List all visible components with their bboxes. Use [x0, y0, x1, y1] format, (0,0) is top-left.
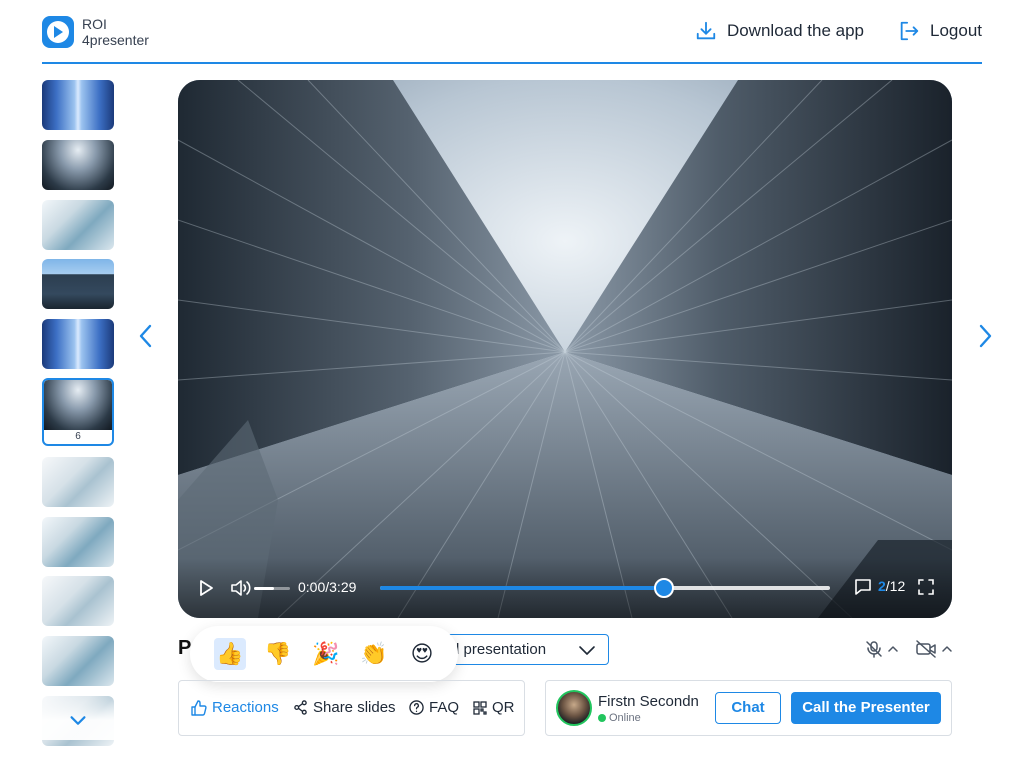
party-reaction[interactable]: 🎉	[310, 638, 342, 670]
call-presenter-button[interactable]: Call the Presenter	[791, 692, 941, 724]
reactions-popup: 👍 👎 🎉 👏 😍	[190, 626, 458, 682]
mic-off-icon	[866, 641, 882, 658]
download-app-button[interactable]: Download the app	[695, 20, 864, 42]
tab-qr[interactable]: QR	[473, 699, 515, 716]
thumbs-down-reaction[interactable]: 👎	[262, 638, 294, 670]
header: ROI 4presenter Download the app Logout	[42, 0, 982, 64]
camera-control[interactable]	[915, 640, 953, 658]
slide-thumbnail[interactable]	[42, 319, 114, 369]
chevron-up-icon	[888, 646, 898, 652]
presentation-player[interactable]: 0:00/3:29 2/12	[178, 80, 952, 618]
help-icon	[409, 700, 424, 715]
playback-time: 0:00/3:29	[298, 579, 357, 595]
slide-current: 2	[878, 578, 886, 594]
header-actions: Download the app Logout	[695, 20, 982, 42]
volume-slider[interactable]	[254, 587, 290, 590]
presenter-avatar	[556, 690, 592, 726]
volume-icon[interactable]	[230, 578, 252, 598]
thumbs-up-reaction[interactable]: 👍	[214, 638, 246, 670]
slide-thumbnail[interactable]	[42, 140, 114, 190]
download-app-label: Download the app	[726, 21, 864, 40]
slide-thumbnail[interactable]	[42, 457, 114, 507]
app-root: ROI 4presenter Download the app Logout 6…	[0, 0, 1024, 768]
logout-label: Logout	[930, 21, 982, 40]
play-icon[interactable]	[196, 578, 216, 598]
tab-share-slides-label: Share slides	[313, 699, 396, 716]
chevron-down-icon[interactable]	[67, 710, 89, 732]
logout-icon	[900, 21, 919, 41]
qr-code-icon	[473, 700, 487, 715]
share-icon	[294, 700, 307, 715]
chevron-down-icon	[579, 646, 595, 655]
slide-thumbnail[interactable]	[42, 259, 114, 309]
tab-faq-label: FAQ	[429, 699, 460, 716]
tab-faq[interactable]: FAQ	[409, 699, 459, 716]
mic-control[interactable]	[865, 640, 899, 658]
play-logo-icon	[42, 16, 74, 48]
tab-reactions-label: Reactions	[212, 699, 279, 716]
chevron-right-icon[interactable]	[975, 322, 995, 350]
tab-share-slides[interactable]: Share slides	[293, 699, 396, 716]
tab-reactions[interactable]: Reactions	[191, 699, 279, 716]
slide-image	[178, 80, 952, 618]
slide-number: 6	[75, 431, 81, 442]
clap-reaction[interactable]: 👏	[358, 638, 390, 670]
presenter-panel: Firstn Secondn Online Chat Call the Pres…	[545, 680, 952, 736]
seek-progress	[380, 586, 664, 590]
thumbs-up-icon	[191, 699, 207, 716]
presenter-status: Online	[598, 712, 641, 724]
camera-off-icon	[916, 640, 936, 658]
slide-thumbnail-active[interactable]: 6	[42, 378, 114, 446]
presentation-select-value: d presentation	[451, 641, 547, 658]
brand-line-1: ROI	[82, 16, 107, 32]
slide-thumbnail[interactable]	[42, 80, 114, 130]
slide-total: /12	[885, 578, 906, 594]
slide-thumbnail[interactable]	[42, 636, 114, 686]
chevron-up-icon	[942, 646, 952, 652]
seek-handle[interactable]	[653, 578, 674, 598]
chat-button[interactable]: Chat	[715, 692, 781, 724]
logout-button[interactable]: Logout	[898, 20, 982, 42]
heart-eyes-reaction[interactable]: 😍	[406, 638, 438, 670]
slide-thumbnails: 6	[42, 80, 114, 746]
player-controls: 0:00/3:29 2/12	[178, 558, 952, 618]
chevron-left-icon[interactable]	[136, 322, 156, 350]
slide-thumbnail[interactable]	[42, 576, 114, 626]
logo[interactable]: ROI 4presenter	[42, 16, 149, 48]
interaction-tabs: Reactions Share slides FAQ QR	[178, 680, 525, 736]
volume-level	[254, 587, 274, 590]
slide-counter: 2/12	[878, 578, 905, 594]
seek-bar[interactable]	[380, 578, 830, 598]
slide-thumbnail[interactable]	[42, 517, 114, 567]
brand-name: ROI 4presenter	[82, 16, 149, 48]
online-status-icon	[598, 714, 606, 722]
slide-thumbnail[interactable]	[42, 200, 114, 250]
presenter-status-label: Online	[609, 712, 641, 724]
comment-icon[interactable]	[854, 578, 872, 596]
brand-line-2: 4presenter	[82, 32, 149, 48]
presenter-name: Firstn Secondn	[598, 693, 699, 710]
download-icon	[696, 21, 716, 40]
tab-qr-label: QR	[492, 699, 515, 716]
fullscreen-icon[interactable]	[918, 579, 934, 595]
